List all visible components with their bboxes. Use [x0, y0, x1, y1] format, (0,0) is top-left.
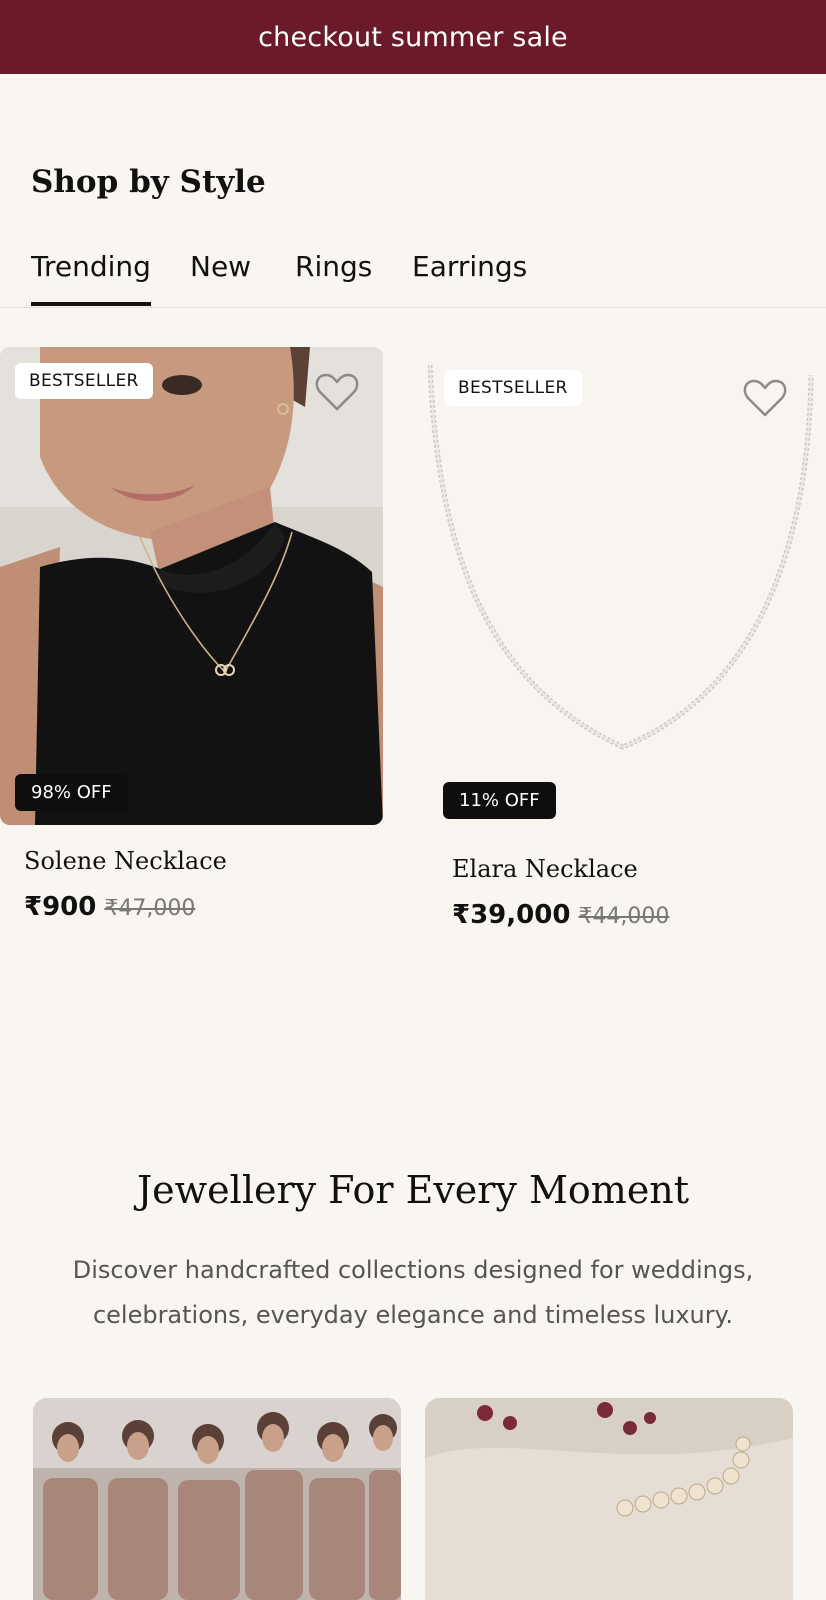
product-card[interactable]: BESTSELLER 98% OFF Solene Necklace ₹900 ₹… [0, 347, 383, 927]
collection-headline: Jewellery For Every Moment [136, 1168, 690, 1212]
discount-badge: 11% OFF [443, 782, 556, 819]
bestseller-badge: BESTSELLER [15, 363, 153, 399]
product-name[interactable]: Elara Necklace [452, 855, 638, 883]
bracelet-photo [425, 1398, 793, 1600]
collection-tile-everyday[interactable] [425, 1398, 793, 1600]
heart-outline-icon[interactable] [314, 371, 360, 413]
promo-banner-text: checkout summer sale [258, 21, 568, 53]
style-tabs: Trending New Rings Earrings [0, 240, 826, 308]
collection-description: Discover handcrafted collections designe… [72, 1256, 754, 1329]
tab-earrings[interactable]: Earrings [412, 250, 527, 283]
original-price: ₹44,000 [578, 904, 670, 929]
collection-tile-weddings[interactable] [33, 1398, 401, 1600]
promo-banner[interactable]: checkout summer sale [0, 0, 826, 74]
bestseller-badge: BESTSELLER [444, 370, 582, 406]
necklace-photo [428, 355, 826, 833]
product-price: ₹900 ₹47,000 [24, 892, 195, 922]
heart-outline-icon[interactable] [742, 377, 788, 419]
discount-badge: 98% OFF [15, 774, 128, 811]
group-photo [33, 1398, 401, 1600]
product-name[interactable]: Solene Necklace [24, 847, 227, 875]
tab-trending[interactable]: Trending [31, 250, 151, 306]
section-title: Shop by Style [31, 164, 266, 200]
product-image[interactable] [0, 347, 383, 825]
tab-rings[interactable]: Rings [295, 250, 372, 283]
tab-new[interactable]: New [190, 250, 251, 283]
product-price: ₹39,000 ₹44,000 [452, 900, 669, 930]
product-card[interactable]: BESTSELLER 11% OFF Elara Necklace ₹39,00… [428, 355, 826, 980]
current-price: ₹39,000 [452, 900, 571, 930]
model-photo [0, 347, 383, 825]
current-price: ₹900 [24, 892, 97, 922]
original-price: ₹47,000 [104, 896, 196, 921]
product-image[interactable] [428, 355, 826, 833]
